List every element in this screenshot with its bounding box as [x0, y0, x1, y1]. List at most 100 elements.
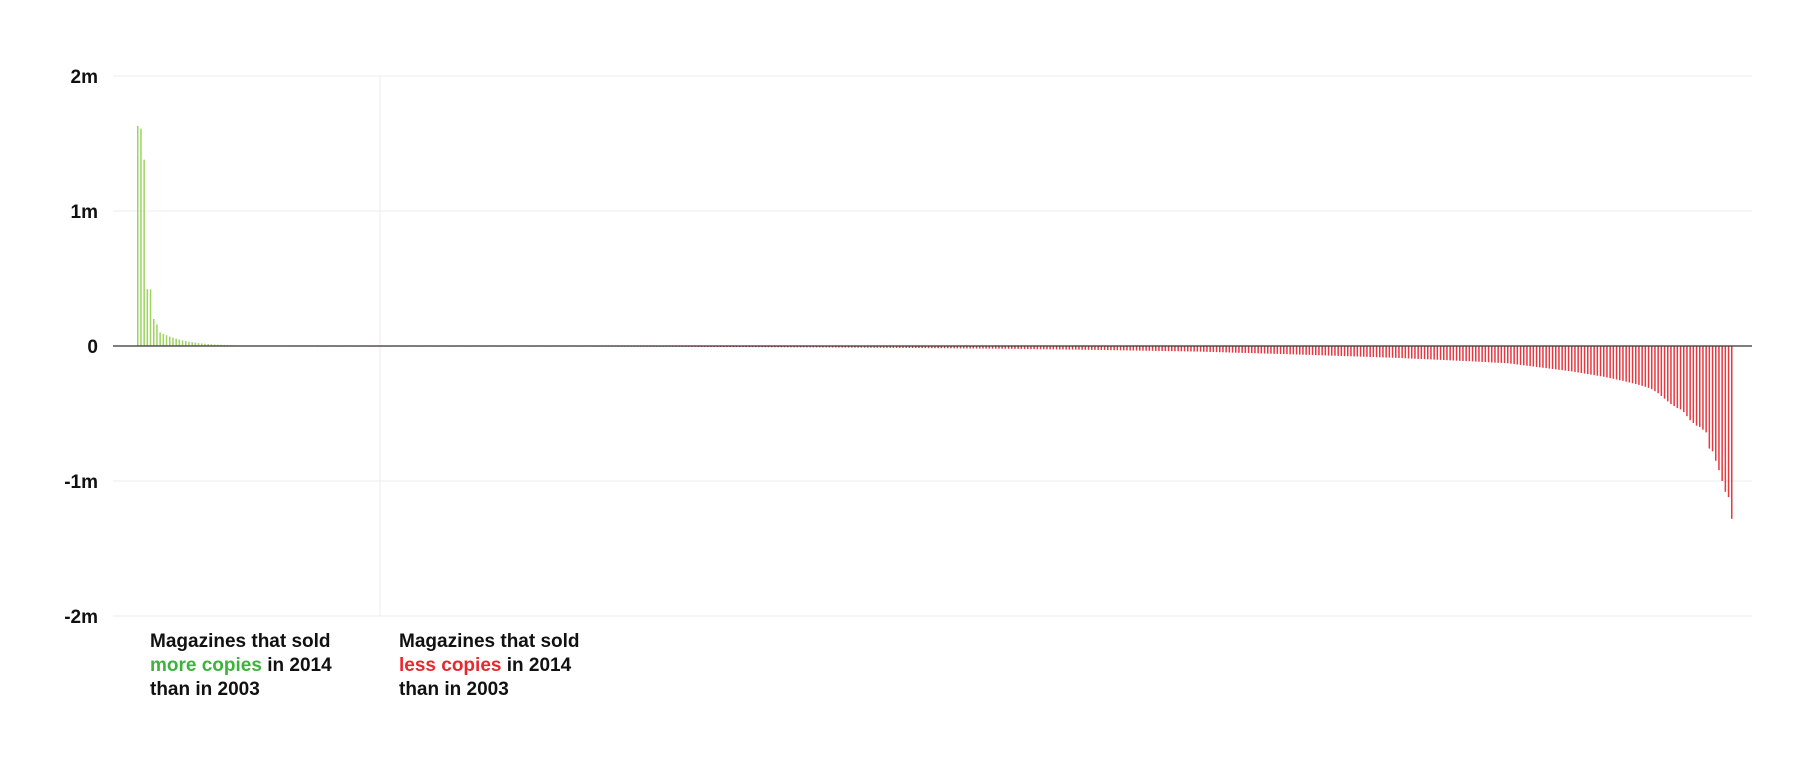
loss-bar — [1327, 346, 1330, 356]
loss-bar — [1443, 346, 1445, 361]
gain-bar — [185, 341, 187, 346]
loss-bar — [1292, 346, 1295, 355]
loss-bar — [1283, 346, 1285, 355]
loss-bar — [1430, 346, 1432, 360]
loss-bar — [1135, 346, 1138, 351]
loss-bar — [1183, 346, 1186, 352]
loss-bar — [1155, 346, 1157, 351]
loss-bar — [1395, 346, 1397, 358]
loss-bar — [1375, 346, 1378, 358]
loss-bar — [1174, 346, 1176, 352]
loss-bar — [1622, 346, 1624, 381]
loss-bar — [1254, 346, 1256, 354]
loss-bar — [1145, 346, 1147, 351]
loss-bar — [1625, 346, 1627, 382]
loss-bar — [1459, 346, 1461, 361]
gain-bar — [159, 332, 161, 346]
loss-bar — [1382, 346, 1384, 358]
loss-bar — [1334, 346, 1336, 356]
loss-bar — [1212, 346, 1215, 353]
loss-bar — [1721, 346, 1723, 481]
gain-bar — [172, 337, 174, 346]
gain-bar — [146, 289, 149, 346]
loss-bar — [1647, 346, 1650, 388]
loss-bar — [1494, 346, 1496, 363]
loss-bar — [1206, 346, 1208, 352]
loss-bar — [1414, 346, 1416, 359]
annotation-gain-line1: Magazines that sold — [150, 631, 331, 652]
loss-bar — [1427, 346, 1429, 360]
loss-bar — [1379, 346, 1381, 358]
loss-bar — [1727, 346, 1730, 498]
loss-bar — [1139, 346, 1141, 351]
y-tick-label: 1m — [71, 202, 98, 223]
gain-bar — [149, 289, 152, 346]
loss-bar — [1644, 346, 1647, 387]
loss-bar — [1491, 346, 1493, 363]
loss-bar — [1321, 346, 1323, 356]
loss-bar — [1158, 346, 1160, 351]
loss-bar — [1190, 346, 1192, 352]
loss-bar — [1574, 346, 1576, 372]
gain-bar — [156, 324, 158, 346]
loss-bar — [1465, 346, 1467, 362]
loss-bar — [1411, 346, 1413, 359]
loss-bar — [1238, 346, 1240, 353]
y-tick-label: 0 — [87, 337, 98, 358]
loss-bar — [1219, 346, 1221, 353]
loss-bar — [1433, 346, 1435, 360]
loss-bar — [1705, 346, 1707, 433]
loss-bar — [1180, 346, 1183, 352]
loss-bar — [1689, 346, 1691, 421]
loss-bar — [1615, 346, 1618, 380]
loss-bar — [1516, 346, 1519, 365]
loss-bar — [1241, 346, 1243, 353]
loss-bar — [1481, 346, 1483, 362]
annotation-gain-line2: more copies in 2014 — [150, 654, 380, 678]
loss-bar — [1343, 346, 1346, 357]
loss-bar — [1318, 346, 1320, 356]
loss-bar — [1161, 346, 1163, 351]
loss-bar — [1228, 346, 1231, 353]
loss-bar — [1612, 346, 1615, 379]
loss-bar — [1222, 346, 1224, 353]
gain-bar — [143, 159, 145, 346]
loss-bar — [1350, 346, 1352, 357]
loss-bar — [1580, 346, 1583, 373]
loss-bar — [1590, 346, 1592, 375]
loss-bar — [1731, 346, 1733, 519]
loss-bar — [1260, 346, 1263, 354]
loss-bar — [1267, 346, 1269, 354]
loss-bar — [1609, 346, 1611, 379]
gain-bar — [153, 319, 155, 346]
loss-bar — [1148, 346, 1151, 351]
loss-bar — [1270, 346, 1272, 354]
loss-bar — [1641, 346, 1643, 386]
loss-bar — [1558, 346, 1560, 370]
loss-bar — [1187, 346, 1189, 352]
loss-bar — [1667, 346, 1669, 402]
loss-bar — [1548, 346, 1551, 369]
loss-bar — [1561, 346, 1563, 371]
loss-bar — [1526, 346, 1528, 366]
loss-bar — [1423, 346, 1426, 360]
loss-bar — [1606, 346, 1608, 378]
loss-bar — [1203, 346, 1205, 352]
loss-bar — [1273, 346, 1275, 354]
loss-bar — [1475, 346, 1477, 362]
loss-bar — [1599, 346, 1602, 377]
loss-bar — [1305, 346, 1307, 355]
loss-bar — [1286, 346, 1288, 355]
gain-bars — [137, 125, 289, 347]
annotation-gain-highlight: more copies — [150, 655, 262, 676]
loss-bar — [1215, 346, 1218, 353]
loss-bar — [1398, 346, 1400, 358]
loss-bar — [1177, 346, 1179, 352]
loss-bar — [1500, 346, 1503, 363]
loss-bar — [1567, 346, 1570, 371]
loss-bar — [1577, 346, 1579, 373]
loss-bar — [1167, 346, 1170, 352]
gain-bar — [140, 128, 142, 346]
gain-bar — [169, 336, 171, 346]
loss-bar — [1299, 346, 1301, 355]
